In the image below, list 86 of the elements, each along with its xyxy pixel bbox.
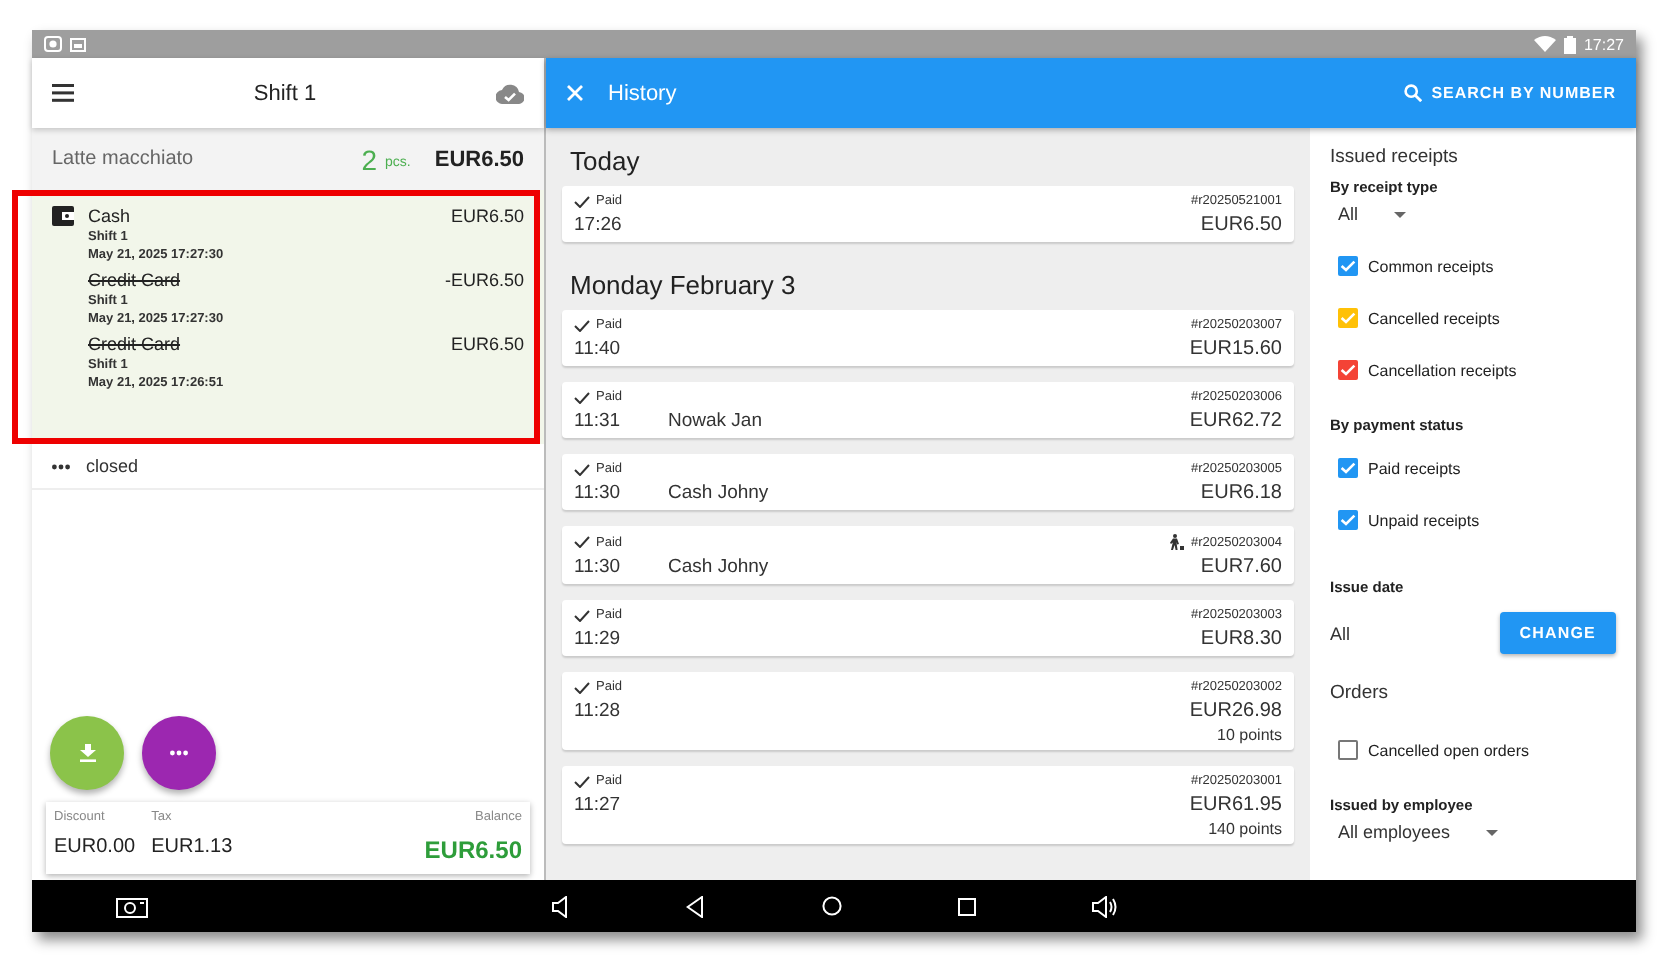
download-icon — [79, 744, 95, 762]
loyalty-points: 140 points — [1206, 820, 1282, 838]
product-name: Latte macchiato — [52, 148, 196, 170]
receipt-amount: EUR26.98 — [1189, 700, 1282, 722]
shift-title: Shift 1 — [251, 81, 319, 105]
checkbox-label: Cancelled open orders — [1368, 741, 1529, 759]
receipt-amount: EUR7.60 — [1200, 556, 1282, 578]
customer-name: Cash Johny — [668, 482, 771, 504]
payment-method: Credit Card — [88, 334, 183, 354]
receipt-amount: EUR62.72 — [1189, 410, 1282, 432]
section-title: Issued receipts — [1330, 146, 1460, 168]
checkbox[interactable] — [1338, 256, 1358, 276]
check-icon — [574, 319, 590, 331]
back-icon[interactable] — [686, 895, 704, 917]
dropdown-caret-icon — [1394, 211, 1407, 217]
total-value: EUR6.50 — [424, 836, 522, 864]
check-icon — [574, 536, 590, 548]
total-value: EUR0.00 — [54, 836, 136, 858]
cloud-check-icon[interactable] — [496, 83, 524, 103]
close-icon[interactable] — [566, 84, 584, 102]
payment-amount: EUR6.50 — [450, 206, 524, 230]
search-icon — [1403, 84, 1422, 102]
status-time: 17:27 — [1583, 35, 1624, 53]
image-icon — [70, 37, 86, 51]
checkbox-label: Common receipts — [1368, 257, 1494, 275]
app-icon — [44, 36, 62, 52]
more-icon — [52, 463, 70, 469]
section-title: Orders — [1330, 682, 1391, 704]
wifi-icon — [1533, 36, 1556, 52]
check-icon — [574, 195, 590, 207]
checkbox-label: Cancelled receipts — [1368, 309, 1500, 327]
payment-amount: EUR6.50 — [450, 334, 524, 358]
check-icon — [574, 609, 590, 621]
checkbox-label: Paid receipts — [1368, 459, 1461, 477]
dropdown-caret-icon — [1486, 829, 1499, 835]
receipt-time: 11:31 — [574, 410, 623, 432]
order-state: closed — [86, 456, 139, 476]
receipt-time: 17:26 — [574, 214, 624, 236]
receipt-time: 11:27 — [574, 794, 623, 816]
receipt-time: 11:40 — [574, 338, 623, 360]
receipt-amount: EUR61.95 — [1189, 794, 1282, 816]
receipt-time: 11:29 — [574, 628, 623, 650]
more-icon — [170, 750, 188, 756]
checkbox[interactable] — [1338, 308, 1358, 328]
checkbox-label: Cancellation receipts — [1368, 361, 1517, 379]
payment-amount: -EUR6.50 — [444, 270, 524, 294]
battery-icon — [1563, 35, 1576, 53]
wallet-icon — [52, 206, 74, 226]
walking-person-icon — [1168, 534, 1185, 550]
history-title: History — [608, 81, 679, 105]
more-button[interactable] — [142, 716, 216, 790]
receipt-time: 11:30 — [574, 556, 623, 578]
customer-name: Nowak Jan — [668, 410, 764, 432]
receipt-amount: EUR8.30 — [1200, 628, 1282, 650]
menu-icon[interactable] — [52, 84, 74, 102]
checkbox[interactable] — [1338, 360, 1358, 380]
checkbox[interactable] — [1338, 740, 1358, 760]
recents-icon[interactable] — [958, 897, 976, 915]
payment-method: Credit Card — [88, 270, 183, 290]
receipt-amount: EUR15.60 — [1189, 338, 1282, 360]
checkbox[interactable] — [1338, 510, 1358, 530]
home-icon[interactable] — [822, 896, 842, 916]
check-icon — [574, 681, 590, 693]
screenshot-icon[interactable] — [116, 895, 148, 917]
volume-up-icon[interactable] — [1092, 895, 1118, 917]
receipt-time: 11:28 — [574, 700, 623, 722]
dropdown[interactable]: All — [1330, 204, 1616, 224]
receipt-amount: EUR6.50 — [1200, 214, 1282, 236]
check-icon — [574, 463, 590, 475]
volume-down-icon[interactable] — [552, 895, 572, 917]
customer-name: Cash Johny — [668, 556, 771, 578]
product-price: EUR6.50 — [434, 147, 524, 171]
product-quantity: 2 — [361, 143, 378, 175]
checkbox[interactable] — [1338, 458, 1358, 478]
date-heading: Today — [570, 146, 642, 176]
loyalty-points: 10 points — [1215, 726, 1282, 744]
date-value: All — [1330, 623, 1351, 643]
check-icon — [574, 391, 590, 403]
checkbox-label: Unpaid receipts — [1368, 511, 1480, 529]
receipt-time: 11:30 — [574, 482, 623, 504]
date-heading: Monday February 3 — [570, 270, 798, 300]
payment-method: Cash — [88, 206, 133, 226]
receipt-amount: EUR6.18 — [1200, 482, 1282, 504]
dropdown[interactable]: All employees — [1330, 822, 1616, 842]
check-icon — [574, 775, 590, 787]
total-value: EUR1.13 — [151, 836, 233, 858]
